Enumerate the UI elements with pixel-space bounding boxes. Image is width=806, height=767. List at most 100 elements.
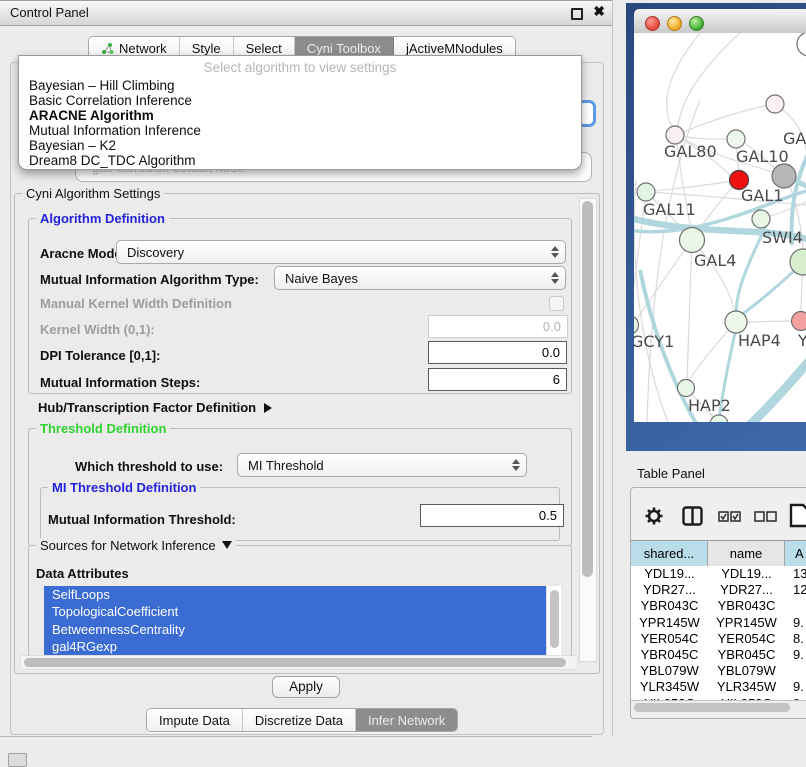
algorithm-dropdown-prompt: Select algorithm to view settings [19,58,581,78]
float-window-button[interactable] [571,8,583,20]
network-graph: GAL GAL80 GAL10 GAL1 GAL11 SWI4 GAL4 GCY… [634,33,806,422]
data-attributes-list: SelfLoops TopologicalCoefficient Between… [44,586,546,655]
kernel-width-field[interactable]: 0.0 [428,315,568,338]
which-threshold-label: Which threshold to use: [75,459,223,474]
network-node[interactable] [752,210,770,228]
manual-kernel-checkbox[interactable] [549,296,564,311]
close-window-button[interactable] [645,16,660,31]
attribute-item-selected[interactable]: BetweennessCentrality [44,621,546,638]
tab-discretize-data[interactable]: Discretize Data [243,709,356,731]
mi-steps-field[interactable]: 6 [428,368,567,391]
table-row[interactable]: YDR27...YDR27...12 [631,582,806,598]
svg-text:GAL10: GAL10 [736,147,789,166]
network-node[interactable] [680,228,705,253]
spinner-arrows-icon [551,246,559,258]
minimize-window-button[interactable] [667,16,682,31]
which-threshold-select[interactable]: MI Threshold [237,453,527,477]
mi-threshold-field[interactable]: 0.5 [420,504,564,527]
hub-definition-toggle[interactable]: Hub/Transcription Factor Definition [38,400,272,415]
table-row[interactable]: YPR145WYPR145W9. [631,615,806,631]
table-row[interactable]: YDL19...YDL19...13 [631,566,806,582]
gear-icon[interactable] [644,506,664,526]
table-row[interactable]: YER054CYER054C8. [631,631,806,647]
document-icon[interactable] [789,503,806,528]
attribute-item-selected[interactable]: TopologicalCoefficient [44,603,546,620]
mi-type-label: Mutual Information Algorithm Type: [40,272,259,287]
settings-vertical-scroll-thumb[interactable] [582,201,593,577]
svg-text:Y: Y [797,331,806,350]
split-columns-icon[interactable] [682,506,703,526]
column-header-partial[interactable]: A [785,541,806,566]
attribute-item-selected[interactable]: gal4RGexp [44,638,546,655]
algorithm-option[interactable]: Mutual Information Inference [19,123,581,138]
algorithm-option[interactable]: Basic Correlation Inference [19,93,581,108]
attributes-list-scroll-thumb[interactable] [550,590,559,648]
network-window-titlebar[interactable] [634,9,806,34]
mi-type-select[interactable]: Naive Bayes [274,266,566,290]
column-header-name[interactable]: name [708,541,785,566]
attribute-item-selected[interactable]: SelfLoops [44,586,546,603]
settings-horizontal-scroll-thumb[interactable] [24,658,566,667]
aracne-mode-select[interactable]: Discovery [116,240,566,264]
table-row[interactable]: YBR045CYBR045C9. [631,647,806,663]
network-node[interactable] [792,312,806,331]
mi-threshold-label: Mutual Information Threshold: [48,512,236,527]
algorithm-option-selected[interactable]: ARACNE Algorithm [19,108,581,123]
algorithm-option[interactable]: Bayesian – K2 [19,138,581,153]
dpi-tolerance-field[interactable]: 0.0 [428,341,567,364]
table-horizontal-scrollbar[interactable] [631,700,806,715]
network-tab-icon [101,42,114,55]
settings-horizontal-scrollbar[interactable] [20,655,578,670]
cyni-settings-title: Cyni Algorithm Settings [22,186,164,201]
svg-text:HAP4: HAP4 [738,331,781,350]
network-node[interactable] [678,380,695,397]
cyni-bottom-tabs: Impute Data Discretize Data Infer Networ… [146,708,458,732]
table-row[interactable]: YBL079WYBL079W [631,663,806,679]
spinner-arrows-icon [512,459,520,471]
unchecked-boxes-icon[interactable] [754,511,777,522]
algorithm-dropdown: Select algorithm to view settings Bayesi… [18,55,582,170]
tab-impute-data[interactable]: Impute Data [147,709,243,731]
manual-kernel-label: Manual Kernel Width Definition [40,296,232,311]
svg-text:HAP2: HAP2 [688,396,731,415]
close-panel-button[interactable]: ✖ [593,3,605,20]
mi-threshold-title: MI Threshold Definition [48,480,200,495]
collapsed-arrow-icon [264,403,272,413]
algorithm-option[interactable]: Dream8 DC_TDC Algorithm [19,153,581,168]
threshold-definition-title: Threshold Definition [36,421,170,436]
algorithm-option[interactable]: Bayesian – Hill Climbing [19,78,581,93]
svg-text:GAL11: GAL11 [643,200,696,219]
panel-divider[interactable] [612,0,613,736]
table-row[interactable]: YLR345WYLR345W9. [631,679,806,695]
apply-button[interactable]: Apply [272,676,340,698]
algorithm-definition-title: Algorithm Definition [36,211,169,226]
checked-boxes-icon[interactable] [718,511,741,522]
table-rows: YDL19...YDL19...13 YDR27...YDR27...12 YB… [631,566,806,706]
svg-text:GAL: GAL [783,129,806,148]
tab-infer-network[interactable]: Infer Network [356,709,457,731]
svg-text:GAL1: GAL1 [741,186,783,205]
network-node[interactable] [766,95,784,113]
dpi-tolerance-label: DPI Tolerance [0,1]: [40,348,160,363]
table-horizontal-scroll-thumb[interactable] [634,703,790,712]
control-panel-title: Control Panel [10,5,89,20]
network-node[interactable] [797,33,806,56]
spinner-arrows-icon [551,272,559,284]
settings-vertical-scrollbar[interactable] [579,198,597,662]
panel-bottom-divider [0,736,592,737]
network-node[interactable] [725,311,747,333]
attributes-list-scrollbar[interactable] [546,586,561,655]
sources-toggle[interactable]: Sources for Network Inference [36,538,236,553]
mi-steps-label: Mutual Information Steps: [40,375,200,390]
svg-text:SWI4: SWI4 [762,228,803,247]
maximize-window-button[interactable] [689,16,704,31]
control-panel-titlebar: Control Panel ✖ [0,0,613,26]
minimized-panel-button[interactable] [8,753,27,767]
network-canvas[interactable]: GAL GAL80 GAL10 GAL1 GAL11 SWI4 GAL4 GCY… [634,33,806,422]
network-node[interactable] [727,130,745,148]
network-node[interactable] [772,164,796,188]
table-row[interactable]: YBR043CYBR043C [631,598,806,614]
expanded-arrow-icon [222,541,232,549]
network-node[interactable] [637,183,655,201]
column-header-shared-name[interactable]: shared... [631,541,708,566]
